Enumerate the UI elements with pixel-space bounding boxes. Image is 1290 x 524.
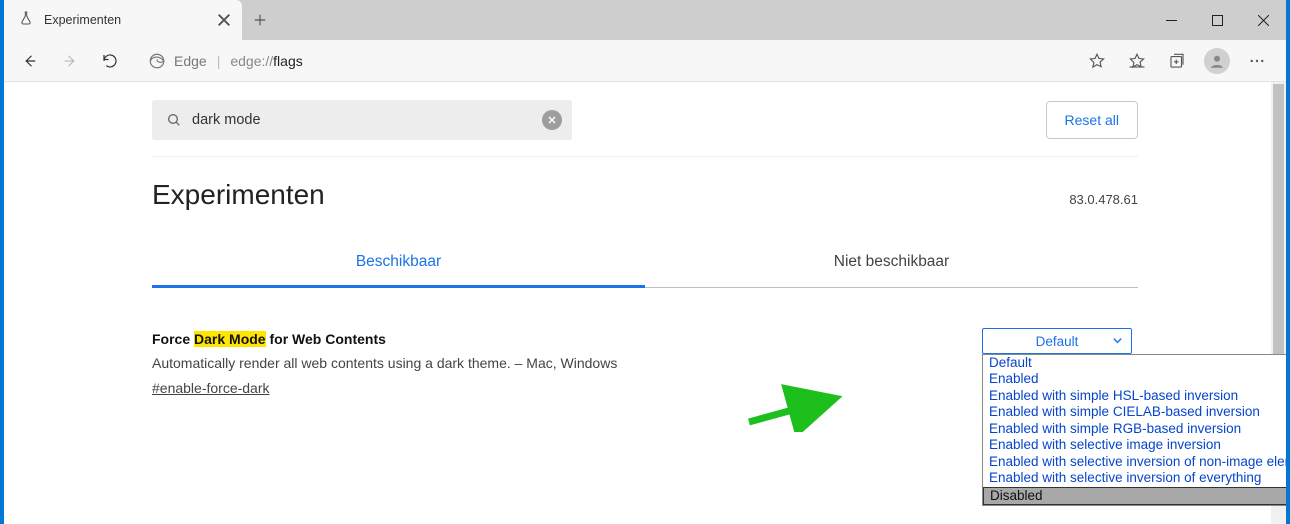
- browser-tab[interactable]: Experimenten: [4, 0, 242, 40]
- profile-avatar[interactable]: [1198, 42, 1236, 80]
- minimize-button[interactable]: [1148, 0, 1194, 40]
- collections-icon[interactable]: [1158, 42, 1196, 80]
- address-separator: |: [217, 53, 221, 69]
- tabs: Beschikbaar Niet beschikbaar: [152, 239, 1138, 288]
- dropdown-option[interactable]: Enabled with selective inversion of non-…: [983, 454, 1286, 470]
- address-url: edge://flags: [230, 53, 302, 69]
- flag-description: Automatically render all web contents us…: [152, 352, 942, 374]
- search-icon: [166, 112, 182, 128]
- forward-button[interactable]: [50, 41, 90, 81]
- flag-anchor-link[interactable]: #enable-force-dark: [152, 377, 270, 399]
- close-window-button[interactable]: [1240, 0, 1286, 40]
- close-icon[interactable]: [216, 12, 232, 28]
- clear-search-icon[interactable]: [542, 110, 562, 130]
- reset-all-button[interactable]: Reset all: [1046, 101, 1138, 139]
- maximize-button[interactable]: [1194, 0, 1240, 40]
- tab-available[interactable]: Beschikbaar: [152, 239, 645, 288]
- page-title: Experimenten: [152, 179, 325, 211]
- flag-select-dropdown: DefaultEnabledEnabled with simple HSL-ba…: [982, 354, 1286, 506]
- dropdown-option[interactable]: Enabled: [983, 371, 1286, 387]
- new-tab-button[interactable]: [242, 0, 278, 40]
- tab-unavailable[interactable]: Niet beschikbaar: [645, 239, 1138, 287]
- search-box: [152, 100, 572, 140]
- version-label: 83.0.478.61: [1069, 192, 1138, 207]
- dropdown-option[interactable]: Default: [983, 355, 1286, 371]
- dropdown-option[interactable]: Enabled with simple HSL-based inversion: [983, 388, 1286, 404]
- dropdown-option[interactable]: Enabled with simple CIELAB-based inversi…: [983, 404, 1286, 420]
- flag-title: Force Dark Mode for Web Contents: [152, 328, 942, 350]
- favorites-bar-icon[interactable]: [1118, 42, 1156, 80]
- dropdown-option[interactable]: Enabled with simple RGB-based inversion: [983, 421, 1286, 437]
- edge-icon: [148, 52, 166, 70]
- flask-icon: [18, 10, 34, 31]
- tab-title: Experimenten: [44, 13, 206, 27]
- titlebar: Experimenten: [4, 0, 1286, 40]
- refresh-button[interactable]: [90, 41, 130, 81]
- back-button[interactable]: [10, 41, 50, 81]
- flag-select-value: Default: [1036, 334, 1079, 349]
- address-label: Edge: [174, 53, 207, 69]
- flag-select[interactable]: Default: [982, 328, 1132, 354]
- dropdown-option[interactable]: Disabled: [983, 487, 1286, 505]
- browser-toolbar: Edge | edge://flags: [4, 40, 1286, 82]
- chevron-down-icon: [1112, 334, 1123, 349]
- address-bar[interactable]: Edge | edge://flags: [138, 46, 1070, 76]
- favorite-star-icon[interactable]: [1078, 42, 1116, 80]
- more-icon[interactable]: [1238, 42, 1276, 80]
- dropdown-option[interactable]: Enabled with selective inversion of ever…: [983, 470, 1286, 486]
- dropdown-option[interactable]: Enabled with selective image inversion: [983, 437, 1286, 453]
- search-input[interactable]: [192, 112, 532, 128]
- window-controls: [1148, 0, 1286, 40]
